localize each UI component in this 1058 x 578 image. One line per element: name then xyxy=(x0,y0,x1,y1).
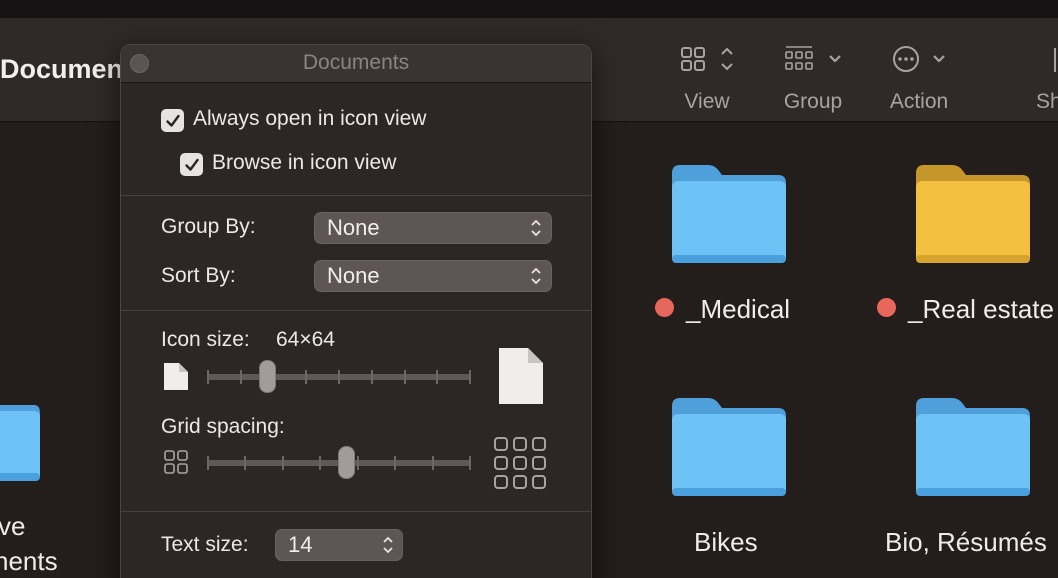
divider xyxy=(121,310,591,311)
checkmark-icon xyxy=(165,114,180,127)
slider-tick xyxy=(281,456,284,470)
slider-tick xyxy=(207,456,209,470)
panel-title: Documents xyxy=(302,51,410,74)
browse-icon-view-label: Browse in icon view xyxy=(212,151,397,174)
chevron-updown-icon xyxy=(531,267,541,285)
folder-label-real-estate: _Real estate xyxy=(877,294,1054,325)
folder-icon xyxy=(672,398,786,496)
share-button[interactable]: Sh xyxy=(1032,40,1058,120)
group-grid-icon xyxy=(785,46,841,70)
folder-label-bio-resumes: Bio, Résumés xyxy=(885,527,1047,557)
folder-icon xyxy=(916,398,1030,496)
folder-item-real-estate[interactable] xyxy=(912,163,1034,267)
folder-label-partial-line2: nents xyxy=(0,546,58,576)
slider-tick xyxy=(207,370,209,384)
icon-size-slider[interactable] xyxy=(207,345,471,409)
ellipsis-circle-icon xyxy=(893,46,945,72)
text-size-label: Text size: xyxy=(161,533,249,556)
slider-tick xyxy=(244,456,247,470)
browse-icon-view-checkbox[interactable] xyxy=(180,153,203,176)
slider-tick xyxy=(370,370,373,384)
small-document-icon xyxy=(164,363,188,390)
sort-by-value: None xyxy=(327,263,380,288)
slider-tick xyxy=(239,370,242,384)
slider-tick xyxy=(394,456,397,470)
icon-grid-view-icon xyxy=(681,47,733,71)
window-top-strip xyxy=(0,0,1058,18)
action-button[interactable]: Action xyxy=(874,40,964,120)
folder-label-medical: _Medical xyxy=(655,294,790,325)
action-button-label: Action xyxy=(889,90,949,113)
group-by-label: Group By: xyxy=(161,215,256,238)
sort-by-label: Sort By: xyxy=(161,264,236,287)
view-button[interactable]: View xyxy=(662,40,752,120)
folder-item-bio-resumes[interactable] xyxy=(912,396,1034,500)
red-tag-icon xyxy=(877,298,896,317)
always-open-icon-view-label: Always open in icon view xyxy=(193,107,427,130)
folder-label-bikes: Bikes xyxy=(694,527,758,557)
share-icon xyxy=(1054,48,1056,72)
view-button-label: View xyxy=(684,90,730,113)
slider-tick xyxy=(469,456,471,470)
slider-tick xyxy=(319,456,322,470)
wide-grid-icon xyxy=(494,437,546,489)
red-tag-icon xyxy=(655,298,674,317)
divider xyxy=(121,195,591,196)
checkmark-icon xyxy=(184,158,199,171)
slider-knob[interactable] xyxy=(259,360,277,393)
group-by-value: None xyxy=(327,215,380,240)
slider-tick xyxy=(356,456,359,470)
folder-item-bikes[interactable] xyxy=(668,396,790,500)
slider-tick xyxy=(431,456,434,470)
group-by-popup[interactable]: None xyxy=(314,212,552,244)
share-button-label: Sh xyxy=(1036,90,1058,113)
slider-tick xyxy=(469,370,471,384)
text-size-value: 14 xyxy=(288,532,313,557)
always-open-icon-view-checkbox[interactable] xyxy=(161,109,184,132)
chevron-updown-icon xyxy=(383,536,393,554)
slider-tick xyxy=(305,370,308,384)
folder-item-partial[interactable] xyxy=(0,385,48,489)
folder-icon xyxy=(916,165,1030,263)
slider-knob[interactable] xyxy=(338,446,356,479)
large-document-icon xyxy=(499,348,543,404)
slider-tick xyxy=(436,370,439,384)
divider xyxy=(121,511,591,512)
folder-icon xyxy=(672,165,786,263)
slider-tick xyxy=(403,370,406,384)
sort-by-popup[interactable]: None xyxy=(314,260,552,292)
group-button-label: Group xyxy=(783,90,843,113)
slider-tick xyxy=(338,370,340,384)
group-button[interactable]: Group xyxy=(768,40,858,120)
tight-grid-icon xyxy=(164,450,188,474)
grid-spacing-slider[interactable] xyxy=(207,431,471,495)
view-options-panel: Documents Always open in icon view Brows… xyxy=(120,44,592,578)
folder-item-medical[interactable] xyxy=(668,163,790,267)
folder-label-partial-line1: ve xyxy=(0,511,26,541)
text-size-popup[interactable]: 14 xyxy=(275,529,403,561)
folder-icon xyxy=(0,405,40,481)
chevron-updown-icon xyxy=(531,219,541,237)
